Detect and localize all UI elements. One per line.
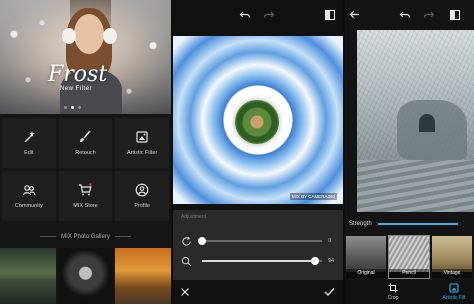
banner-photo-earmuff	[103, 28, 117, 44]
tile-profile[interactable]: Profile	[115, 171, 169, 221]
undo-icon[interactable]	[239, 9, 251, 21]
tile-artistic-filter[interactable]: Artistic Filter	[115, 118, 169, 168]
filter-preview	[346, 236, 386, 272]
gallery-photo[interactable]	[57, 248, 114, 304]
tiny-planet-editor: MIX BY CAMERA360 Adjustment 0 94	[173, 0, 343, 304]
check-icon[interactable]	[324, 287, 335, 297]
filter-thumb-original[interactable]: Original	[346, 236, 386, 278]
tile-label: Edit	[24, 150, 34, 156]
zoom-slider[interactable]: 94	[181, 254, 337, 268]
filter-thumb-vintage[interactable]: Vintage	[432, 236, 472, 278]
screenshot-collage: Frost New Filter Edit Retouch Artistic F…	[0, 0, 474, 304]
promo-banner[interactable]: Frost New Filter	[0, 0, 171, 114]
adjust-caption: Adjustment	[181, 214, 207, 220]
filter-preview	[432, 236, 472, 272]
slider-thumb[interactable]	[310, 257, 319, 265]
filter-label: Original	[346, 269, 386, 278]
sketch-arch	[419, 114, 435, 132]
feature-grid: Edit Retouch Artistic Filter Community M…	[2, 118, 169, 221]
back-arrow-icon[interactable]	[349, 9, 360, 20]
tile-label: Community	[14, 203, 43, 209]
tile-community[interactable]: Community	[2, 171, 56, 221]
slider-value: 0	[328, 238, 332, 244]
cart-icon	[79, 183, 93, 196]
strength-slider-track[interactable]	[377, 223, 458, 225]
zoom-icon	[181, 256, 192, 266]
compare-icon[interactable]	[449, 9, 461, 21]
banner-title: Frost	[48, 62, 108, 87]
gallery-photo[interactable]	[115, 248, 171, 304]
banner-subtitle: New Filter	[60, 86, 93, 92]
tab-crop[interactable]: Crop	[373, 283, 413, 301]
strength-label: Strength	[349, 221, 372, 227]
pager-dot[interactable]	[78, 106, 81, 109]
filter-preview	[389, 236, 429, 272]
crop-icon	[388, 283, 398, 293]
banner-photo-face	[74, 14, 104, 54]
watermark: MIX BY CAMERA360	[289, 193, 337, 200]
undo-icon[interactable]	[399, 9, 411, 21]
slider-track[interactable]	[198, 237, 322, 245]
slider-thumb[interactable]	[198, 237, 206, 245]
editor-bottom-bar	[173, 280, 343, 304]
magic-wand-icon	[24, 131, 35, 143]
pager-dot[interactable]	[64, 106, 67, 109]
banner-pager	[64, 106, 81, 109]
tile-label: MIX Store	[73, 203, 98, 209]
pager-dot-active[interactable]	[71, 106, 74, 109]
filter-label: Pencil	[389, 269, 429, 278]
home-screen: Frost New Filter Edit Retouch Artistic F…	[0, 0, 171, 304]
people-icon	[22, 185, 36, 196]
redo-icon[interactable]	[263, 9, 275, 21]
compare-icon[interactable]	[324, 9, 336, 21]
strength-control[interactable]: Strength	[349, 218, 474, 230]
slider-value: 94	[328, 258, 335, 264]
close-icon[interactable]	[180, 287, 190, 297]
tiny-planet-photo: MIX BY CAMERA360	[173, 36, 343, 204]
tab-label: Crop	[387, 295, 399, 301]
filter-strip: Original Pencil Vintage	[345, 235, 474, 279]
artistic-filter-screen: Strength Original Pencil Vintage Crop Ar…	[345, 0, 474, 304]
filter-thumb-pencil[interactable]: Pencil	[388, 235, 430, 279]
photo-gallery	[0, 248, 171, 304]
tile-edit[interactable]: Edit	[2, 118, 56, 168]
tile-label: Artistic Filter	[127, 150, 158, 156]
banner-photo-earmuff	[62, 28, 76, 44]
tile-label: Profile	[134, 203, 150, 209]
tab-artistic-filter[interactable]: Artistic Filt	[434, 283, 474, 301]
profile-icon	[135, 183, 149, 197]
slider-fill	[202, 260, 315, 262]
sketch-steps	[357, 160, 474, 212]
tile-retouch[interactable]: Retouch	[58, 118, 113, 168]
rotate-slider[interactable]: 0	[181, 234, 337, 248]
gallery-photo[interactable]	[0, 248, 56, 304]
slider-track[interactable]	[202, 257, 322, 265]
filter-label: Vintage	[432, 269, 472, 278]
redo-icon[interactable]	[423, 9, 435, 21]
rotate-icon	[182, 236, 191, 246]
adjust-panel: Adjustment 0 94	[173, 210, 343, 280]
filter-bottom-bar: Crop Artistic Filt	[345, 280, 474, 304]
palette-icon	[449, 283, 459, 293]
gallery-heading: MIX Photo Gallery	[0, 234, 171, 240]
tile-label: Retouch	[75, 150, 96, 156]
tile-mix-store[interactable]: MIX Store	[58, 171, 113, 221]
tab-label: Artistic Filt	[442, 295, 466, 301]
planet-globe	[235, 100, 279, 144]
sketch-photo	[357, 30, 474, 212]
editor-toolbar	[173, 0, 343, 32]
palette-icon	[136, 131, 148, 143]
brush-icon	[80, 130, 92, 142]
